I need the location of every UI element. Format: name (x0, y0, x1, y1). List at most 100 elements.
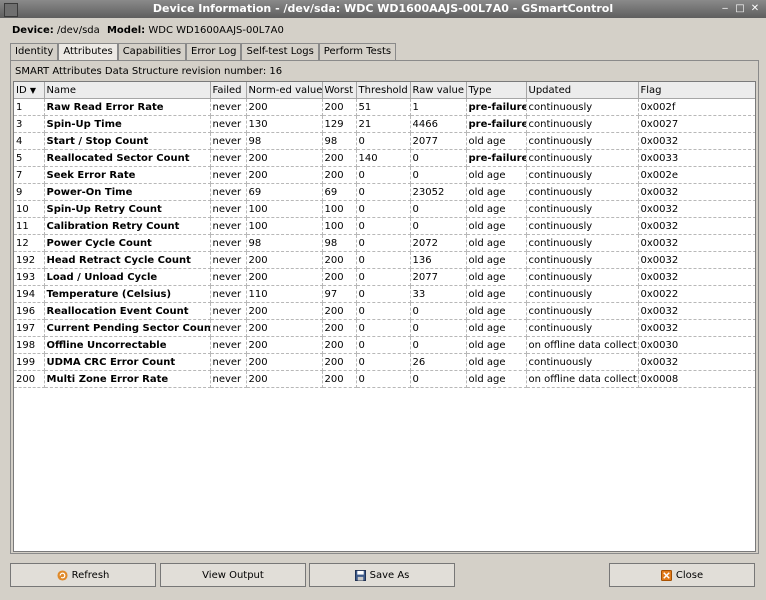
cell-name: UDMA CRC Error Count (44, 353, 211, 371)
cell-id: 200 (14, 370, 45, 388)
cell-id: 4 (14, 132, 45, 150)
cell-failed: never (210, 166, 247, 184)
cell-updated: on offline data collect. (526, 370, 639, 388)
cell-name: Power-On Time (44, 183, 211, 201)
cell-type: old age (466, 336, 527, 354)
tab-capabilities[interactable]: Capabilities (117, 43, 187, 60)
column-header-flag[interactable]: Flag (638, 82, 755, 99)
cell-raw-value: 33 (410, 285, 467, 303)
table-row[interactable]: 1 Raw Read Error Rate never 200 200 51 1 pre-fa… (14, 98, 755, 116)
table-row[interactable]: 3 Spin-Up Time never 130 129 21 4466 pre-failur… (14, 115, 755, 133)
cell-name: Load / Unload Cycle (44, 268, 211, 286)
table-row[interactable]: 4 Start / Stop Count never 98 98 0 2077 old age… (14, 132, 755, 150)
cell-updated: continuously (526, 98, 639, 116)
table-row[interactable]: 199 UDMA CRC Error Count never 200 200 0 26 old… (14, 353, 755, 371)
table-row[interactable]: 10 Spin-Up Retry Count never 100 100 0 0 old ag… (14, 200, 755, 218)
cell-updated: continuously (526, 217, 639, 235)
cell-normed-value: 130 (246, 115, 323, 133)
cell-updated: continuously (526, 183, 639, 201)
table-row[interactable]: 7 Seek Error Rate never 200 200 0 0 old age cont… (14, 166, 755, 184)
cell-flag: 0x002f (638, 98, 755, 116)
tab-attributes[interactable]: Attributes (58, 43, 118, 61)
table-row[interactable]: 12 Power Cycle Count never 98 98 0 2072 old age… (14, 234, 755, 252)
cell-normed-value: 200 (246, 166, 323, 184)
tab-error-log[interactable]: Error Log (186, 43, 242, 60)
device-label: Device: (12, 25, 54, 36)
table-row[interactable]: 200 Multi Zone Error Rate never 200 200 0 0 old… (14, 370, 755, 388)
column-header-id[interactable]: ID ▼ (14, 82, 45, 99)
cell-updated: continuously (526, 302, 639, 320)
cell-type: old age (466, 132, 527, 150)
column-header-updated[interactable]: Updated (526, 82, 639, 99)
sort-desc-icon: ▼ (29, 85, 36, 95)
cell-raw-value: 4466 (410, 115, 467, 133)
cell-threshold: 0 (356, 285, 411, 303)
column-header-threshold[interactable]: Threshold (356, 82, 411, 99)
cell-type: old age (466, 217, 527, 235)
table-row[interactable]: 197 Current Pending Sector Count never 200 2… (14, 319, 755, 337)
tab-identity[interactable]: Identity (10, 43, 59, 60)
cell-id: 11 (14, 217, 45, 235)
save-as-button[interactable]: Save As (309, 563, 455, 587)
cell-normed-value: 200 (246, 149, 323, 167)
view-output-button[interactable]: View Output (160, 563, 306, 587)
cell-raw-value: 0 (410, 149, 467, 167)
cell-failed: never (210, 370, 247, 388)
table-row[interactable]: 198 Offline Uncorrectable never 200 200 0 0 old… (14, 336, 755, 354)
cell-failed: never (210, 319, 247, 337)
cell-updated: continuously (526, 234, 639, 252)
cell-threshold: 0 (356, 132, 411, 150)
cell-normed-value: 200 (246, 251, 323, 269)
refresh-icon (57, 569, 68, 581)
cell-type: old age (466, 166, 527, 184)
table-row[interactable]: 5 Reallocated Sector Count never 200 200 140 0… (14, 149, 755, 167)
tab-bar: Identity Attributes Capabilities Error L… (10, 43, 397, 61)
cell-updated: continuously (526, 166, 639, 184)
cell-type: old age (466, 319, 527, 337)
model-label: Model: (106, 25, 146, 36)
table-row[interactable]: 9 Power-On Time never 69 69 0 23052 old age cont… (14, 183, 755, 201)
maximize-icon[interactable]: □ (733, 2, 747, 15)
column-header-label: ID (16, 84, 27, 96)
close-window-icon[interactable]: ✕ (748, 2, 762, 15)
cell-normed-value: 98 (246, 132, 323, 150)
cell-id: 3 (14, 115, 45, 133)
attributes-table-container[interactable]: ID ▼ Name Failed Norm-ed value Worst Thr… (13, 81, 756, 552)
tab-perform-tests[interactable]: Perform Tests (318, 43, 397, 60)
refresh-button[interactable]: Refresh (10, 563, 156, 587)
column-header-normed-value[interactable]: Norm-ed value (246, 82, 323, 99)
cell-type: old age (466, 268, 527, 286)
column-header-failed[interactable]: Failed (210, 82, 247, 99)
column-header-type[interactable]: Type (466, 82, 527, 99)
cell-failed: never (210, 132, 247, 150)
cell-raw-value: 136 (410, 251, 467, 269)
cell-worst: 200 (322, 149, 357, 167)
column-header-worst[interactable]: Worst (322, 82, 357, 99)
table-row[interactable]: 196 Reallocation Event Count never 200 200 0 0… (14, 302, 755, 320)
table-row[interactable]: 192 Head Retract Cycle Count never 200 200 0 1… (14, 251, 755, 269)
cell-raw-value: 2077 (410, 132, 467, 150)
cell-name: Reallocation Event Count (44, 302, 211, 320)
close-button[interactable]: Close (609, 563, 755, 587)
cell-flag: 0x0027 (638, 115, 755, 133)
cell-flag: 0x0032 (638, 302, 755, 320)
cell-type: old age (466, 370, 527, 388)
cell-updated: continuously (526, 115, 639, 133)
column-header-raw-value[interactable]: Raw value (410, 82, 467, 99)
cell-failed: never (210, 115, 247, 133)
table-row[interactable]: 11 Calibration Retry Count never 100 100 0 0 ol… (14, 217, 755, 235)
cell-id: 193 (14, 268, 45, 286)
cell-flag: 0x0032 (638, 183, 755, 201)
table-row[interactable]: 193 Load / Unload Cycle never 200 200 0 2077 ol… (14, 268, 755, 286)
cell-type: old age (466, 183, 527, 201)
table-row[interactable]: 194 Temperature (Celsius) never 110 97 0 33 old… (14, 285, 755, 303)
tab-self-test-logs[interactable]: Self-test Logs (241, 43, 319, 60)
minimize-icon[interactable]: ‒ (718, 2, 732, 15)
column-header-name[interactable]: Name (44, 82, 211, 99)
cell-flag: 0x0030 (638, 336, 755, 354)
save-icon (354, 569, 366, 581)
cell-type: pre-failure (466, 115, 527, 133)
cell-raw-value: 2077 (410, 268, 467, 286)
cell-worst: 200 (322, 98, 357, 116)
cell-updated: continuously (526, 132, 639, 150)
